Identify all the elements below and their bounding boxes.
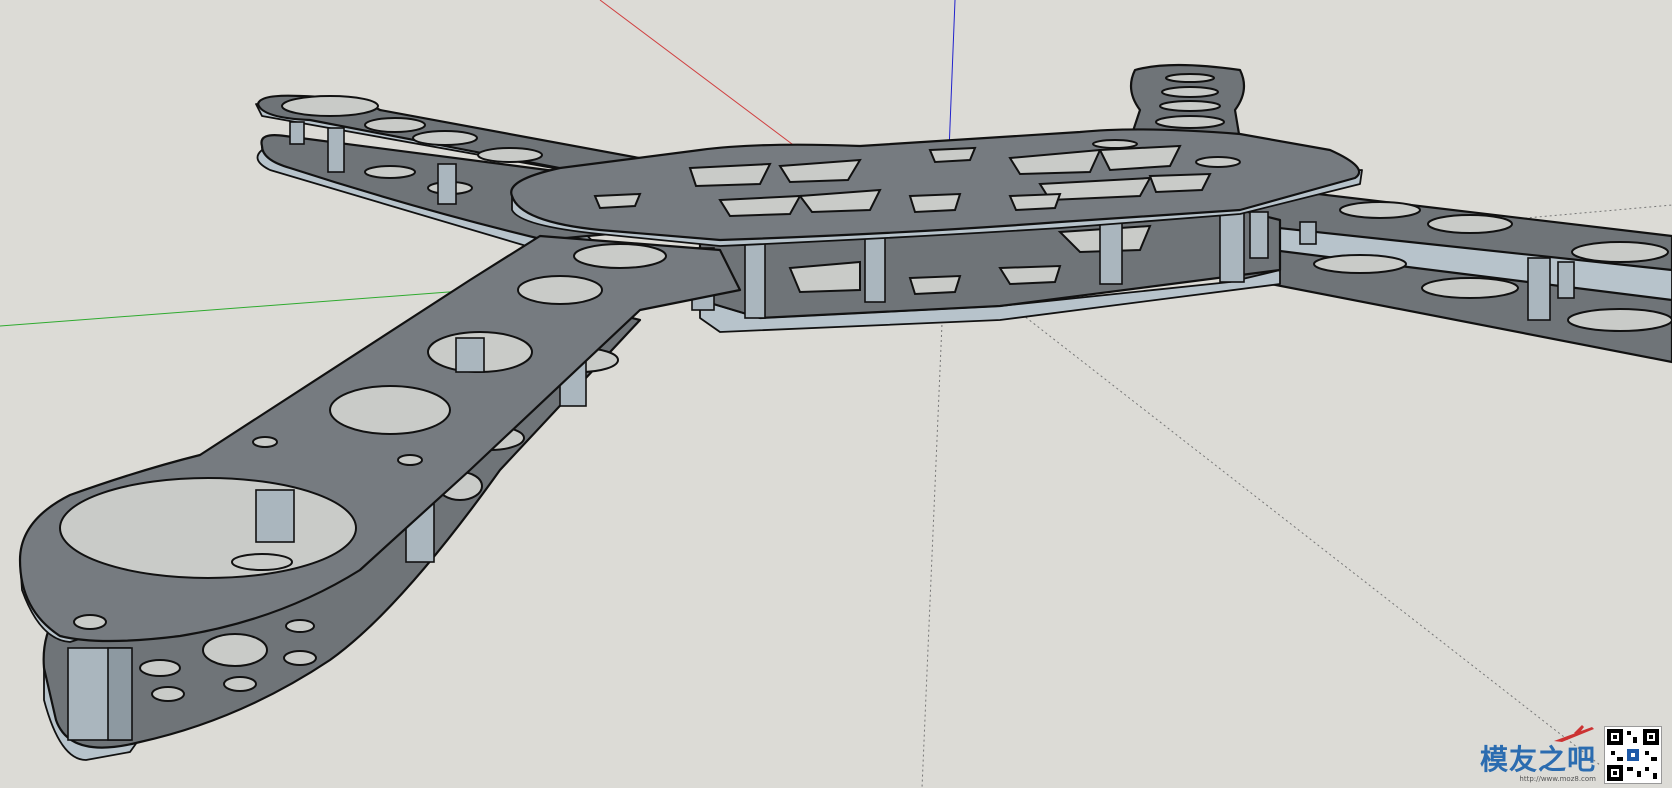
green-axis xyxy=(0,289,476,327)
front-left-arm xyxy=(18,234,742,761)
qr-code-icon xyxy=(1604,726,1662,784)
watermark-url: http://www.moz8.com xyxy=(1519,775,1596,783)
3d-modeling-viewport[interactable] xyxy=(0,0,1672,788)
red-axis xyxy=(599,0,809,157)
watermark: 模友之吧 http://www.moz8.com xyxy=(1480,723,1662,784)
quadcopter-frame-model[interactable] xyxy=(0,0,1672,788)
red-axis-dotted xyxy=(1009,304,1601,766)
watermark-brand: 模友之吧 http://www.moz8.com xyxy=(1480,723,1596,784)
blue-axis-dotted xyxy=(921,299,944,788)
airplane-icon xyxy=(1554,725,1594,742)
watermark-brand-text: 模友之吧 xyxy=(1479,743,1596,776)
